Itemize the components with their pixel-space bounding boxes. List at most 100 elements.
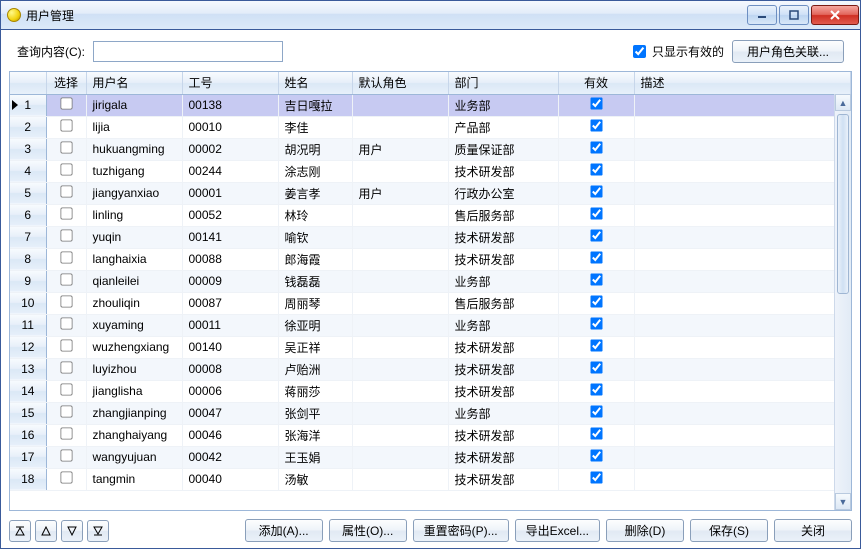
cell-username[interactable]: qianleilei	[86, 270, 182, 292]
table-row[interactable]: 3hukuangming00002胡况明用户质量保证部	[10, 138, 851, 160]
table-row[interactable]: 2lijia00010李佳产品部	[10, 116, 851, 138]
cell-empno[interactable]: 00009	[182, 270, 278, 292]
cell-desc[interactable]	[634, 182, 851, 204]
row-select-checkbox[interactable]	[60, 273, 72, 285]
cell-role[interactable]	[352, 358, 448, 380]
cell-dept[interactable]: 产品部	[448, 116, 558, 138]
valid-checkbox[interactable]	[590, 163, 602, 175]
cell-select[interactable]	[46, 424, 86, 446]
cell-name[interactable]: 蒋丽莎	[278, 380, 352, 402]
table-row[interactable]: 1jirigala00138吉日嘎拉业务部	[10, 94, 851, 116]
cell-select[interactable]	[46, 182, 86, 204]
valid-checkbox[interactable]	[590, 405, 602, 417]
cell-select[interactable]	[46, 336, 86, 358]
cell-role[interactable]	[352, 402, 448, 424]
cell-desc[interactable]	[634, 468, 851, 490]
row-select-checkbox[interactable]	[60, 317, 72, 329]
cell-empno[interactable]: 00010	[182, 116, 278, 138]
cell-valid[interactable]	[558, 160, 634, 182]
nav-first-button[interactable]	[9, 520, 31, 542]
table-row[interactable]: 7yuqin00141喻钦技术研发部	[10, 226, 851, 248]
valid-checkbox[interactable]	[590, 119, 602, 131]
only-valid-wrapper[interactable]: 只显示有效的	[633, 43, 724, 60]
vertical-scrollbar[interactable]: ▲ ▼	[834, 94, 851, 510]
row-header[interactable]: 3	[10, 138, 46, 160]
cell-role[interactable]	[352, 380, 448, 402]
valid-checkbox[interactable]	[590, 339, 602, 351]
cell-valid[interactable]	[558, 402, 634, 424]
row-select-checkbox[interactable]	[60, 295, 72, 307]
cell-empno[interactable]: 00042	[182, 446, 278, 468]
row-select-checkbox[interactable]	[60, 207, 72, 219]
cell-valid[interactable]	[558, 94, 634, 116]
cell-username[interactable]: jirigala	[86, 94, 182, 116]
cell-desc[interactable]	[634, 116, 851, 138]
cell-username[interactable]: linling	[86, 204, 182, 226]
cell-role[interactable]	[352, 248, 448, 270]
cell-role[interactable]	[352, 446, 448, 468]
cell-name[interactable]: 林玲	[278, 204, 352, 226]
cell-empno[interactable]: 00002	[182, 138, 278, 160]
cell-username[interactable]: yuqin	[86, 226, 182, 248]
valid-checkbox[interactable]	[590, 427, 602, 439]
cell-role[interactable]	[352, 424, 448, 446]
row-header[interactable]: 8	[10, 248, 46, 270]
col-index[interactable]	[10, 72, 46, 94]
cell-desc[interactable]	[634, 138, 851, 160]
row-select-checkbox[interactable]	[60, 141, 72, 153]
table-row[interactable]: 17wangyujuan00042王玉娟技术研发部	[10, 446, 851, 468]
search-input[interactable]	[93, 41, 283, 62]
col-username[interactable]: 用户名	[86, 72, 182, 94]
cell-dept[interactable]: 技术研发部	[448, 358, 558, 380]
table-row[interactable]: 15zhangjianping00047张剑平业务部	[10, 402, 851, 424]
cell-desc[interactable]	[634, 248, 851, 270]
cell-desc[interactable]	[634, 380, 851, 402]
cell-username[interactable]: zhangjianping	[86, 402, 182, 424]
row-select-checkbox[interactable]	[60, 339, 72, 351]
cell-dept[interactable]: 技术研发部	[448, 468, 558, 490]
maximize-button[interactable]	[779, 5, 809, 25]
table-row[interactable]: 16zhanghaiyang00046张海洋技术研发部	[10, 424, 851, 446]
cell-role[interactable]	[352, 292, 448, 314]
table-row[interactable]: 6linling00052林玲售后服务部	[10, 204, 851, 226]
cell-username[interactable]: langhaixia	[86, 248, 182, 270]
cell-select[interactable]	[46, 138, 86, 160]
row-header[interactable]: 15	[10, 402, 46, 424]
table-row[interactable]: 18tangmin00040汤敏技术研发部	[10, 468, 851, 490]
cell-empno[interactable]: 00140	[182, 336, 278, 358]
cell-desc[interactable]	[634, 160, 851, 182]
row-select-checkbox[interactable]	[60, 449, 72, 461]
cell-desc[interactable]	[634, 424, 851, 446]
row-header[interactable]: 9	[10, 270, 46, 292]
valid-checkbox[interactable]	[590, 97, 602, 109]
cell-dept[interactable]: 技术研发部	[448, 446, 558, 468]
properties-button[interactable]: 属性(O)...	[329, 519, 407, 542]
row-header[interactable]: 7	[10, 226, 46, 248]
row-select-checkbox[interactable]	[60, 383, 72, 395]
cell-valid[interactable]	[558, 226, 634, 248]
cell-dept[interactable]: 业务部	[448, 402, 558, 424]
cell-select[interactable]	[46, 380, 86, 402]
cell-username[interactable]: luyizhou	[86, 358, 182, 380]
table-row[interactable]: 10zhouliqin00087周丽琴售后服务部	[10, 292, 851, 314]
row-header[interactable]: 14	[10, 380, 46, 402]
cell-desc[interactable]	[634, 358, 851, 380]
cell-role[interactable]	[352, 226, 448, 248]
cell-name[interactable]: 张海洋	[278, 424, 352, 446]
cell-valid[interactable]	[558, 270, 634, 292]
row-header[interactable]: 1	[10, 94, 46, 116]
cell-dept[interactable]: 技术研发部	[448, 336, 558, 358]
cell-name[interactable]: 钱磊磊	[278, 270, 352, 292]
cell-empno[interactable]: 00244	[182, 160, 278, 182]
nav-next-button[interactable]	[61, 520, 83, 542]
nav-last-button[interactable]	[87, 520, 109, 542]
cell-dept[interactable]: 业务部	[448, 314, 558, 336]
cell-empno[interactable]: 00088	[182, 248, 278, 270]
row-select-checkbox[interactable]	[60, 229, 72, 241]
cell-valid[interactable]	[558, 446, 634, 468]
cell-name[interactable]: 郎海霞	[278, 248, 352, 270]
cell-dept[interactable]: 技术研发部	[448, 424, 558, 446]
cell-role[interactable]	[352, 468, 448, 490]
valid-checkbox[interactable]	[590, 471, 602, 483]
table-row[interactable]: 8langhaixia00088郎海霞技术研发部	[10, 248, 851, 270]
